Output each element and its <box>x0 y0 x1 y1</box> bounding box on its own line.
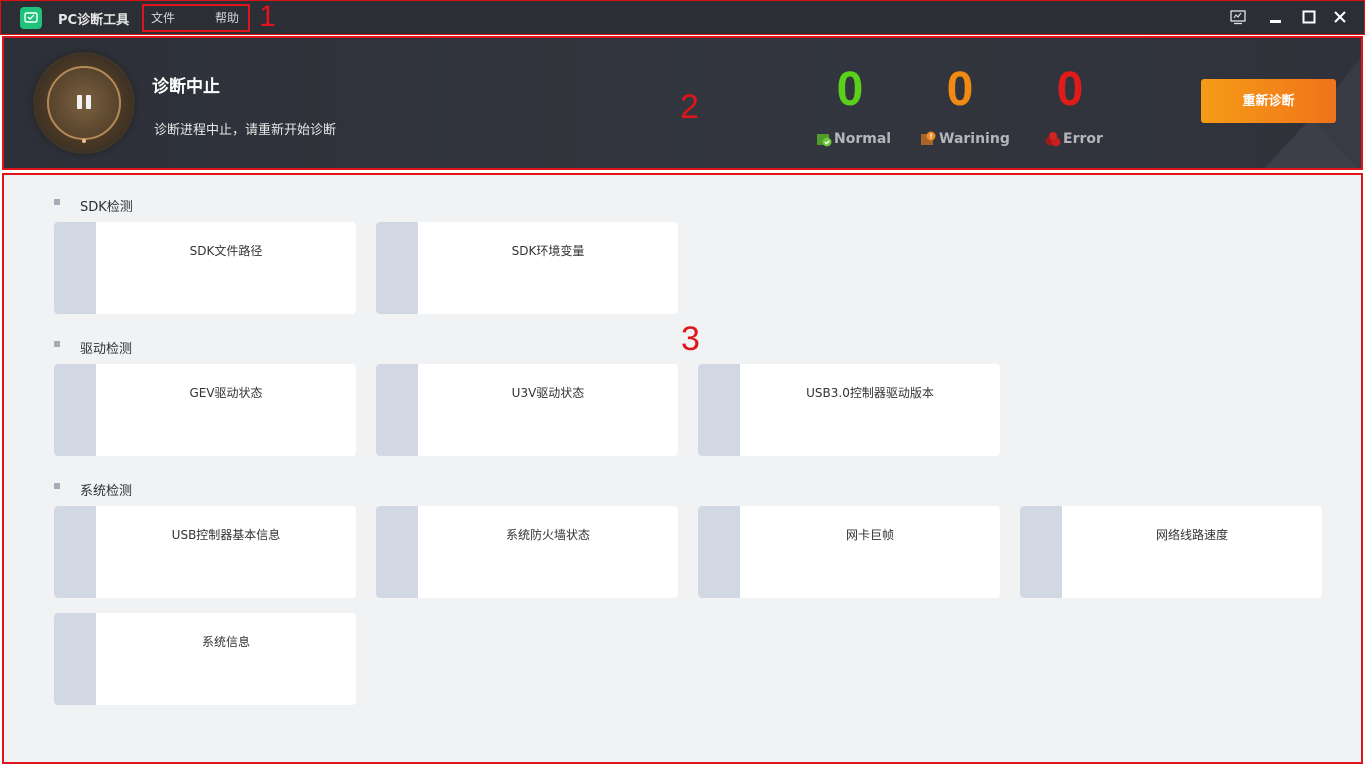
menu-file[interactable]: 文件 <box>151 9 175 26</box>
check-card-label: 系统信息 <box>201 635 250 649</box>
section-title-sdk: SDK检测 <box>80 200 133 215</box>
status-title: 诊断中止 <box>152 77 220 97</box>
check-card[interactable]: 系统信息 <box>54 613 356 705</box>
app-logo-icon <box>20 7 42 29</box>
error-count: 0 <box>1056 63 1084 116</box>
check-card[interactable]: 网卡巨帧 <box>698 506 1000 598</box>
check-card-label: 系统防火墙状态 <box>505 528 590 542</box>
section-bullet <box>54 483 60 489</box>
check-card[interactable]: GEV驱动状态 <box>54 364 356 456</box>
pause-icon <box>75 95 97 115</box>
restart-diagnosis-button[interactable]: 重新诊断 <box>1201 79 1336 123</box>
app-title: PC诊断工具 <box>58 13 130 28</box>
check-card[interactable]: USB3.0控制器驱动版本 <box>698 364 1000 456</box>
check-card[interactable]: 网络线路速度 <box>1020 506 1322 598</box>
normal-icon <box>817 134 832 147</box>
warning-label: Warining <box>939 131 1010 147</box>
section-bullet <box>54 199 60 205</box>
normal-label: Normal <box>834 131 892 147</box>
check-card[interactable]: 系统防火墙状态 <box>376 506 678 598</box>
warning-count: 0 <box>946 63 974 116</box>
check-card-label: U3V驱动状态 <box>511 386 585 400</box>
warning-icon <box>921 131 936 145</box>
minimize-button[interactable] <box>1267 8 1287 28</box>
normal-count: 0 <box>836 63 864 116</box>
pause-button[interactable] <box>36 55 132 151</box>
check-card[interactable]: SDK文件路径 <box>54 222 356 314</box>
annotation-3: 3 <box>681 320 700 358</box>
annotation-2: 2 <box>680 88 699 126</box>
check-card-label: GEV驱动状态 <box>189 386 263 400</box>
section-bullet <box>54 341 60 347</box>
main-content: SDK检测 SDK文件路径 SDK环境变量 驱动检测 GEV驱动状态 U3V驱动… <box>2 173 1363 764</box>
section-title-driver: 驱动检测 <box>80 342 133 357</box>
annotation-1: 1 <box>259 0 276 33</box>
check-card[interactable]: SDK环境变量 <box>376 222 678 314</box>
error-label: Error <box>1063 131 1103 147</box>
close-button[interactable] <box>1331 8 1351 28</box>
status-description: 诊断进程中止，请重新开始诊断 <box>154 123 337 138</box>
section-title-system: 系统检测 <box>80 484 133 499</box>
error-icon <box>1045 132 1061 147</box>
maximize-button[interactable] <box>1300 8 1320 28</box>
check-card-label: USB3.0控制器驱动版本 <box>806 386 934 400</box>
check-card-label: 网络线路速度 <box>1155 528 1228 542</box>
check-card-label: SDK环境变量 <box>511 244 585 258</box>
check-card-label: USB控制器基本信息 <box>171 528 281 542</box>
check-card[interactable]: USB控制器基本信息 <box>54 506 356 598</box>
monitor-icon[interactable] <box>1229 8 1249 28</box>
check-card[interactable]: U3V驱动状态 <box>376 364 678 456</box>
check-card-label: 网卡巨帧 <box>845 528 894 542</box>
menu-help[interactable]: 帮助 <box>215 9 239 26</box>
check-card-label: SDK文件路径 <box>189 244 263 258</box>
